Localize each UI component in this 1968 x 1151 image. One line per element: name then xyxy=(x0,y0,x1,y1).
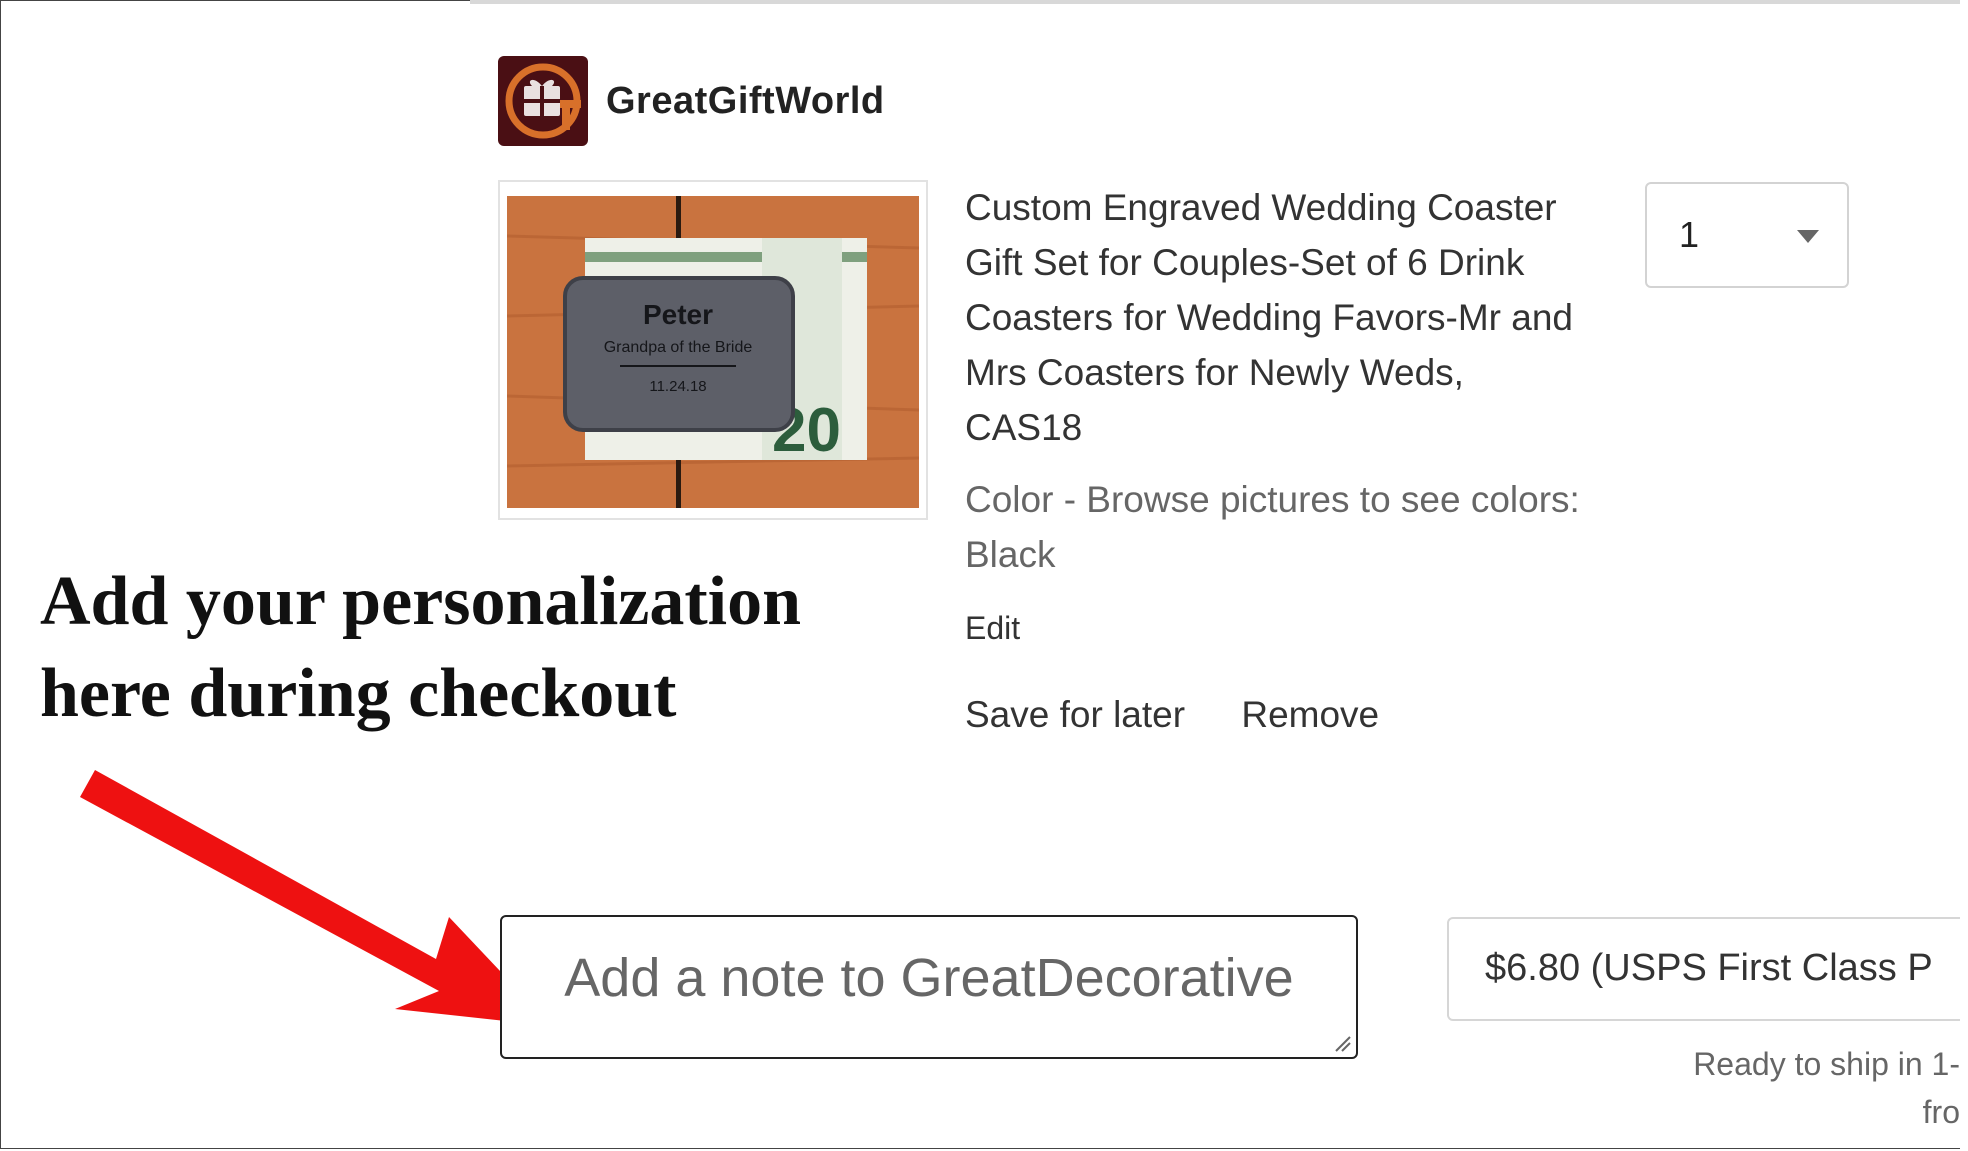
item-actions: Save for later Remove xyxy=(965,694,1425,736)
annotation-line-2: here during checkout xyxy=(40,655,677,732)
save-for-later-link[interactable]: Save for later xyxy=(965,694,1185,735)
product-thumbnail[interactable]: 20 Peter Grandpa of the Bride 11.24.18 xyxy=(498,180,928,520)
quantity-select[interactable]: 1 xyxy=(1645,182,1849,288)
shop-name[interactable]: GreatGiftWorld xyxy=(606,80,885,123)
ship-readiness: Ready to ship in 1- fro xyxy=(1600,1040,1960,1136)
annotation-text: Add your personalization here during che… xyxy=(40,556,801,740)
remove-link[interactable]: Remove xyxy=(1241,694,1379,735)
shipping-option: $6.80 (USPS First Class P xyxy=(1485,947,1933,989)
chevron-down-icon xyxy=(1797,230,1819,243)
right-edge xyxy=(1960,0,1968,1151)
shop-logo-icon[interactable] xyxy=(498,56,588,146)
product-variation: Color - Browse pictures to see colors: B… xyxy=(965,479,1580,575)
ready-line-1: Ready to ship in 1- xyxy=(1693,1046,1960,1082)
shop-header[interactable]: GreatGiftWorld xyxy=(498,56,885,146)
note-placeholder: Add a note to GreatDecorative xyxy=(564,948,1294,1008)
engraved-date: 11.24.18 xyxy=(649,378,706,395)
edit-link[interactable]: Edit xyxy=(965,610,1020,647)
note-to-seller-field[interactable]: Add a note to GreatDecorative xyxy=(500,915,1358,1059)
red-arrow-icon xyxy=(80,770,552,1026)
product-title[interactable]: Custom Engraved Wedding Coaster Gift Set… xyxy=(965,180,1585,455)
annotation-line-1: Add your personalization xyxy=(40,563,802,640)
resize-grip-icon[interactable] xyxy=(1330,1031,1352,1053)
shipping-select[interactable]: $6.80 (USPS First Class P xyxy=(1447,917,1968,1021)
engraved-name: Peter xyxy=(643,299,713,330)
engraved-subtitle: Grandpa of the Bride xyxy=(604,339,753,356)
quantity-value: 1 xyxy=(1679,214,1700,255)
ready-line-2: fro xyxy=(1922,1094,1960,1130)
top-divider xyxy=(470,0,1968,4)
